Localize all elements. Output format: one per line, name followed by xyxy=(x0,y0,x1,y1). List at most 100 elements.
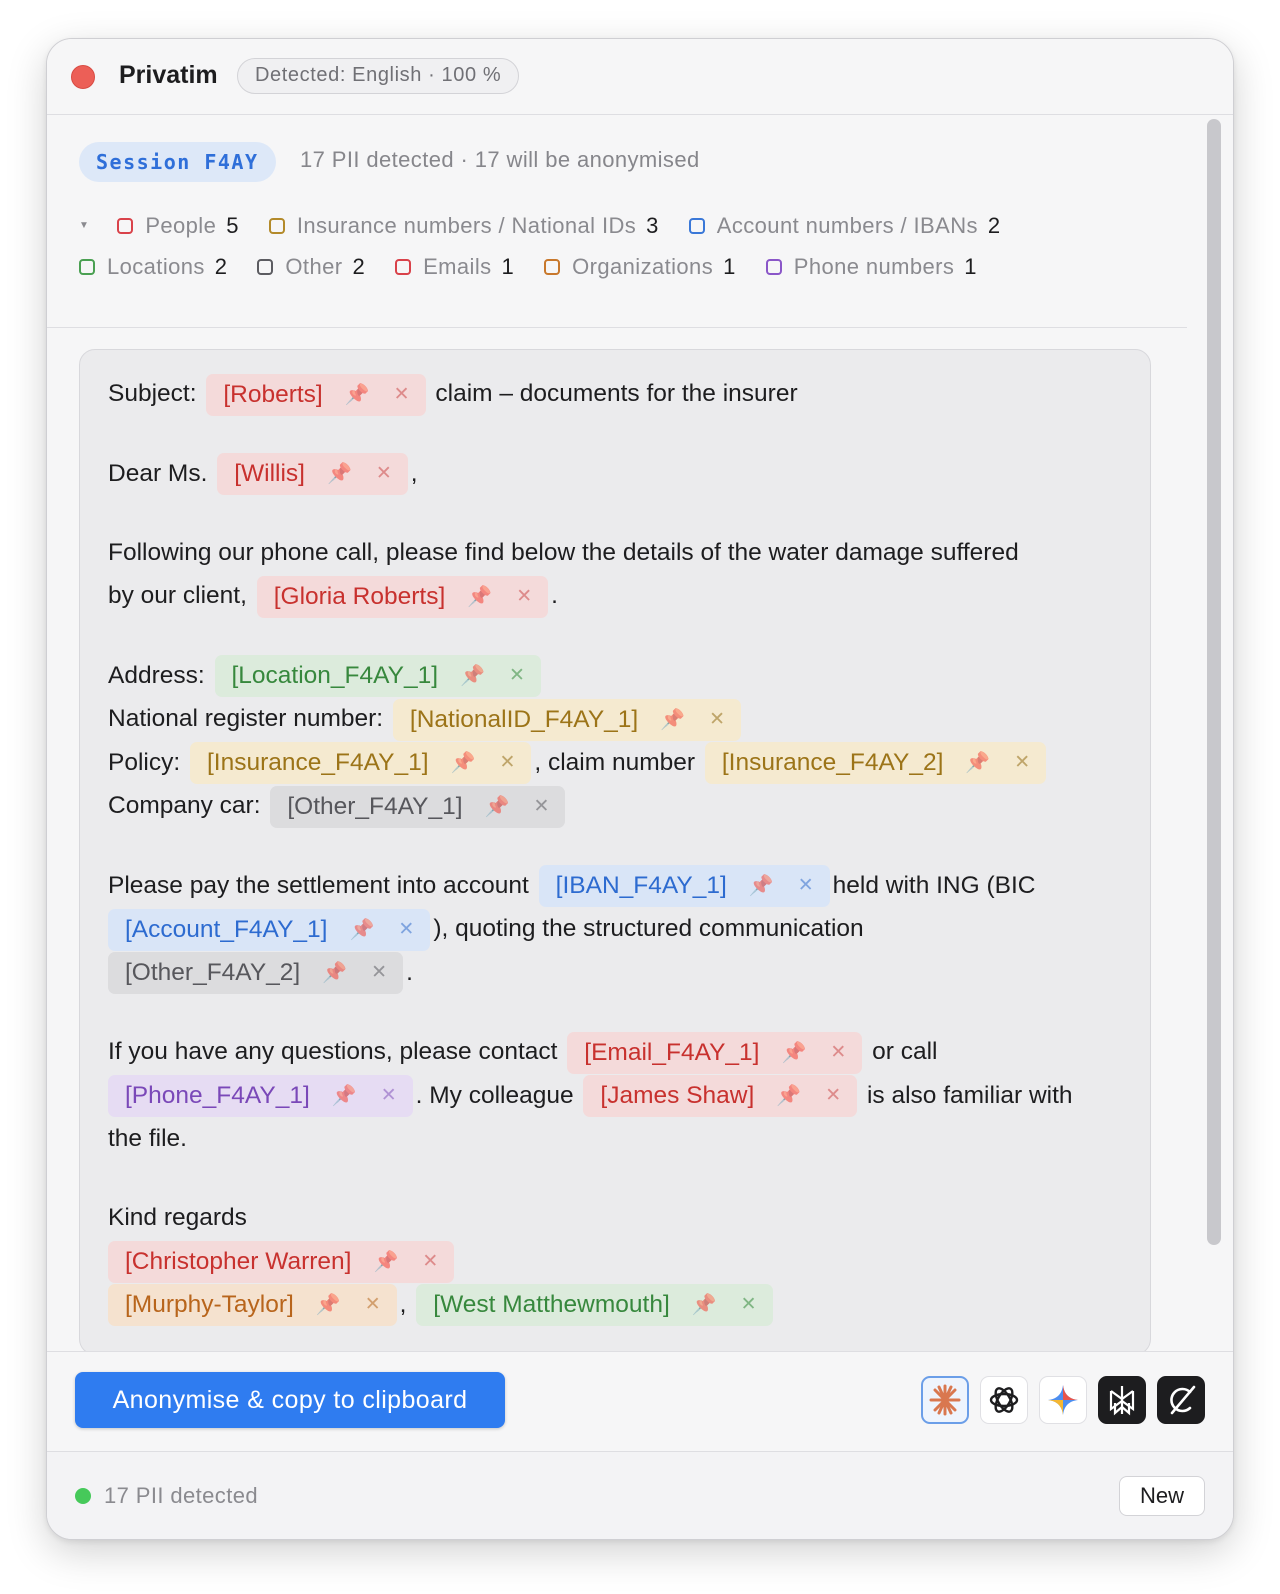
locations-swatch-icon xyxy=(79,258,95,275)
pin-icon[interactable]: 📌 xyxy=(322,952,347,994)
body-text: or call xyxy=(872,1038,938,1066)
status-indicator-icon xyxy=(75,1488,91,1504)
pin-icon[interactable]: 📌 xyxy=(451,742,476,784)
closing-text: Kind regards xyxy=(108,1204,247,1232)
main-content: Session F4AY 17 PII detected · 17 will b… xyxy=(47,115,1187,1355)
category-account-numbers[interactable]: Account numbers / IBANs 2 xyxy=(688,213,1001,239)
pii-token-national-id[interactable]: [NationalID_F4AY_1] 📌 ✕ xyxy=(392,698,742,741)
pin-icon[interactable]: 📌 xyxy=(660,699,685,741)
pii-token-people[interactable]: [Gloria Roberts] 📌 ✕ xyxy=(256,575,549,618)
app-title: Privatim xyxy=(119,61,218,89)
remove-icon[interactable]: ✕ xyxy=(398,909,414,951)
policy-label: Policy: xyxy=(108,748,181,776)
pii-token-email[interactable]: [Email_F4AY_1] 📌 ✕ xyxy=(567,1031,863,1074)
phone-swatch-icon xyxy=(765,258,782,275)
scrollbar[interactable] xyxy=(1207,119,1221,1245)
pin-icon[interactable]: 📌 xyxy=(349,909,374,951)
collapse-toggle-icon[interactable]: ▼ xyxy=(79,220,89,231)
pii-token-location[interactable]: [West Matthewmouth] 📌 ✕ xyxy=(416,1284,773,1327)
pii-summary: 17 PII detected · 17 will be anonymised xyxy=(300,147,700,172)
pin-icon[interactable]: 📌 xyxy=(692,1284,717,1326)
organizations-swatch-icon xyxy=(544,258,561,275)
category-people[interactable]: People 5 xyxy=(117,213,239,239)
pii-token-people[interactable]: [Willis] 📌 ✕ xyxy=(217,453,408,496)
pin-icon[interactable]: 📌 xyxy=(373,1241,398,1283)
divider xyxy=(47,327,1187,328)
pii-token-people[interactable]: [James Shaw] 📌 ✕ xyxy=(583,1075,858,1118)
pii-token-people[interactable]: [Christopher Warren] 📌 ✕ xyxy=(108,1240,455,1283)
body-text: Please pay the settlement into account xyxy=(108,871,529,899)
remove-icon[interactable]: ✕ xyxy=(422,1241,438,1283)
address-label: Address: xyxy=(108,661,205,689)
pii-token-phone[interactable]: [Phone_F4AY_1] 📌 ✕ xyxy=(108,1075,413,1118)
body-text: held with ING (BIC xyxy=(832,871,1036,899)
remove-icon[interactable]: ✕ xyxy=(365,1284,381,1326)
remove-icon[interactable]: ✕ xyxy=(499,742,515,784)
remove-icon[interactable]: ✕ xyxy=(825,1075,841,1117)
pin-icon[interactable]: 📌 xyxy=(485,786,510,828)
remove-icon[interactable]: ✕ xyxy=(709,699,725,741)
subject-label: Subject: xyxy=(108,380,197,407)
body-text: . My colleague xyxy=(415,1081,574,1109)
category-insurance-numbers[interactable]: Insurance numbers / National IDs 3 xyxy=(268,213,659,239)
pin-icon[interactable]: 📌 xyxy=(316,1284,341,1326)
pin-icon[interactable]: 📌 xyxy=(776,1075,801,1117)
remove-icon[interactable]: ✕ xyxy=(741,1284,757,1326)
chatgpt-icon[interactable] xyxy=(980,1376,1028,1424)
document-editor[interactable]: Subject: [Roberts] 📌 ✕ claim – documents f… xyxy=(79,349,1151,1355)
category-other[interactable]: Other 2 xyxy=(257,254,365,280)
close-window-button[interactable] xyxy=(71,65,95,89)
remove-icon[interactable]: ✕ xyxy=(376,453,392,495)
category-phone-numbers[interactable]: Phone numbers 1 xyxy=(765,254,977,280)
pii-token-other[interactable]: [Other_F4AY_2] 📌 ✕ xyxy=(108,952,404,995)
status-text: 17 PII detected xyxy=(104,1483,258,1508)
remove-icon[interactable]: ✕ xyxy=(381,1075,397,1117)
pin-icon[interactable]: 📌 xyxy=(345,374,370,416)
perplexity-icon[interactable] xyxy=(1098,1376,1146,1424)
anonymise-copy-button[interactable]: Anonymise & copy to clipboard xyxy=(75,1372,505,1428)
pii-token-other[interactable]: [Other_F4AY_1] 📌 ✕ xyxy=(270,785,566,828)
pii-token-people[interactable]: [Roberts] 📌 ✕ xyxy=(206,373,426,416)
action-bar: Anonymise & copy to clipboard xyxy=(47,1351,1233,1452)
pii-token-location[interactable]: [Location_F4AY_1] 📌 ✕ xyxy=(214,655,541,698)
pii-token-iban[interactable]: [IBAN_F4AY_1] 📌 ✕ xyxy=(538,865,830,908)
pin-icon[interactable]: 📌 xyxy=(782,1032,807,1074)
pin-icon[interactable]: 📌 xyxy=(965,742,990,784)
punctuation: , xyxy=(399,1290,407,1318)
remove-icon[interactable]: ✕ xyxy=(516,576,532,618)
pii-token-insurance[interactable]: [Insurance_F4AY_1] 📌 ✕ xyxy=(189,742,532,785)
punctuation: . xyxy=(551,582,558,610)
pii-token-insurance[interactable]: [Insurance_F4AY_2] 📌 ✕ xyxy=(704,742,1047,785)
body-text: is also familiar with xyxy=(866,1081,1073,1109)
punctuation: , xyxy=(410,459,418,487)
claude-icon[interactable] xyxy=(921,1376,969,1424)
remove-icon[interactable]: ✕ xyxy=(830,1032,846,1074)
body-text: Following our phone call, please find be… xyxy=(108,539,1019,567)
category-locations[interactable]: Locations 2 xyxy=(79,254,227,280)
remove-icon[interactable]: ✕ xyxy=(533,786,549,828)
remove-icon[interactable]: ✕ xyxy=(798,865,814,907)
pin-icon[interactable]: 📌 xyxy=(749,865,774,907)
emails-swatch-icon xyxy=(395,258,412,275)
remove-icon[interactable]: ✕ xyxy=(509,655,525,697)
company-car-label: Company car: xyxy=(108,792,261,820)
remove-icon[interactable]: ✕ xyxy=(1014,742,1030,784)
gemini-icon[interactable] xyxy=(1039,1376,1087,1424)
category-emails[interactable]: Emails 1 xyxy=(395,254,514,280)
remove-icon[interactable]: ✕ xyxy=(371,952,387,994)
category-organizations[interactable]: Organizations 1 xyxy=(544,254,736,280)
other-swatch-icon xyxy=(257,258,274,275)
grok-icon[interactable] xyxy=(1157,1376,1205,1424)
pin-icon[interactable]: 📌 xyxy=(467,576,492,618)
assistant-picker xyxy=(921,1376,1205,1424)
pin-icon[interactable]: 📌 xyxy=(327,453,352,495)
session-badge: Session F4AY xyxy=(79,142,276,182)
language-detected-badge: Detected: English · 100 % xyxy=(237,58,520,94)
pin-icon[interactable]: 📌 xyxy=(460,655,485,697)
new-session-button[interactable]: New xyxy=(1118,1476,1205,1516)
pin-icon[interactable]: 📌 xyxy=(332,1075,357,1117)
pii-token-organization[interactable]: [Murphy-Taylor] 📌 ✕ xyxy=(108,1284,397,1327)
pii-token-account[interactable]: [Account_F4AY_1] 📌 ✕ xyxy=(108,908,431,951)
remove-icon[interactable]: ✕ xyxy=(394,374,410,416)
category-legend: ▼ People 5 Insurance numbers / National I… xyxy=(79,205,1159,287)
